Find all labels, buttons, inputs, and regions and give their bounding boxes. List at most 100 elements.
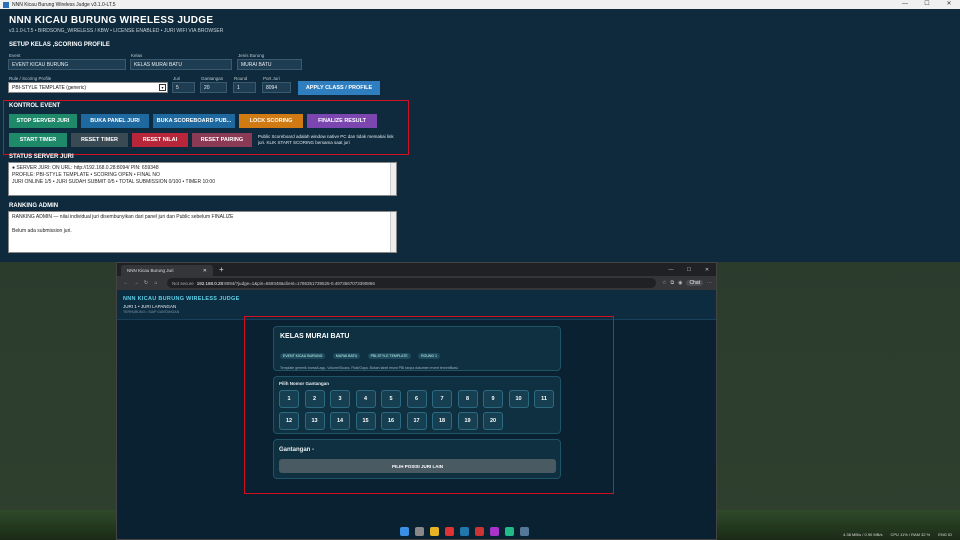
- gantangan-number-button[interactable]: 14: [330, 412, 350, 430]
- apply-class-button[interactable]: APPLY CLASS / PROFILE: [298, 81, 380, 95]
- app-icon: [3, 1, 9, 8]
- app-icon-blue[interactable]: [520, 527, 529, 536]
- kontrol-heading: KONTROL EVENT: [9, 103, 61, 109]
- judge-app-window: NNN Kicau Burung Wireless Judge v3.1.0-L…: [0, 0, 960, 262]
- home-icon[interactable]: ⌂: [151, 280, 161, 286]
- chat-button[interactable]: Chat: [686, 280, 703, 286]
- start-icon[interactable]: [400, 527, 409, 536]
- buka-scoreboard-button[interactable]: BUKA SCOREBOARD PUB...: [153, 114, 235, 128]
- juri-field[interactable]: 5: [172, 82, 195, 93]
- gantangan-label: Gantangan: [201, 76, 224, 81]
- kelas-card: KELAS MURAI BATU EVENT KICAU BURUNG MURA…: [273, 326, 561, 371]
- gantangan-number-button[interactable]: 8: [457, 390, 478, 408]
- ranking-heading: RANKING ADMIN: [9, 203, 59, 209]
- kelas-label: Kelas: [131, 53, 143, 58]
- ranking-scrollbar[interactable]: [390, 212, 396, 252]
- gantangan-number-button[interactable]: 19: [457, 412, 478, 430]
- close-icon[interactable]: ✕: [938, 0, 960, 9]
- star-icon[interactable]: ☆: [662, 280, 666, 286]
- gantangan-number-button[interactable]: 5: [381, 390, 401, 408]
- finalize-result-button[interactable]: FINALIZE RESULT: [307, 114, 377, 128]
- gantangan-number-button[interactable]: 6: [406, 390, 427, 408]
- edge-icon[interactable]: [460, 527, 469, 536]
- app-icon-red[interactable]: [475, 527, 484, 536]
- kelas-field[interactable]: KELAS MURAI BATU: [130, 59, 232, 70]
- app-title: NNN KICAU BURUNG WIRELESS JUDGE: [9, 15, 214, 26]
- new-tab-icon[interactable]: +: [219, 265, 224, 274]
- gantangan-number-button[interactable]: 18: [432, 412, 452, 430]
- status-textarea[interactable]: ● SERVER JURI: ON URL: http://192.168.0.…: [8, 162, 397, 196]
- browser-urlbar: ← → ↻ ⌂ Not secure 192.168.0.28 :8094/?j…: [117, 276, 716, 290]
- profile-icon[interactable]: ◉: [678, 280, 682, 286]
- gantangan-number-button[interactable]: 15: [355, 412, 376, 430]
- round-field[interactable]: 1: [233, 82, 256, 93]
- event-field[interactable]: EVENT KICAU BURUNG: [8, 59, 126, 70]
- forward-icon[interactable]: →: [131, 280, 141, 286]
- start-timer-button[interactable]: START TIMER: [9, 133, 67, 147]
- status-line-3: JURI ONLINE 1/5 • JURI SUDAH SUBMIT 0/5 …: [12, 179, 215, 185]
- folder-icon[interactable]: [430, 527, 439, 536]
- juri-label: Juri: [173, 76, 181, 81]
- maximize-icon[interactable]: ☐: [916, 0, 938, 9]
- gantangan-number-button[interactable]: 2: [304, 390, 325, 408]
- tab-close-icon[interactable]: ✕: [203, 268, 207, 274]
- gantangan-number-button[interactable]: 1: [279, 390, 299, 408]
- browser-maximize-icon[interactable]: ☐: [680, 267, 698, 273]
- url-rest: :8094/?judge=1&pin=659348&client=1786351…: [223, 280, 375, 286]
- chrome-icon[interactable]: [445, 527, 454, 536]
- browser-window: NNN Kicau Burung Juri ✕ + — ☐ ✕ ← → ↻ ⌂ …: [116, 262, 717, 540]
- gantangan-number-button[interactable]: 11: [534, 390, 554, 408]
- status-scrollbar[interactable]: [390, 163, 396, 195]
- gantangan-field[interactable]: 20: [200, 82, 227, 93]
- reset-nilai-button[interactable]: RESET NILAI: [132, 133, 188, 147]
- gantangan-number-button[interactable]: 13: [304, 412, 325, 430]
- jenis-field[interactable]: MURAI BATU: [237, 59, 302, 70]
- system-tray: 4.38 MB/s / 0.90 MB/s CPU 11% / RAM 32 %…: [843, 532, 952, 537]
- gantangan-number-button[interactable]: 20: [483, 412, 503, 430]
- gantangan-number-button[interactable]: 3: [330, 390, 350, 408]
- chip-round: ROUND 1: [418, 353, 440, 359]
- juri-page: NNN KICAU BURUNG WIRELESS JUDGE JURI 1 •…: [117, 290, 716, 539]
- gantangan-number-button[interactable]: 10: [508, 390, 529, 408]
- gantangan-number-button[interactable]: 16: [381, 412, 401, 430]
- pilih-gantangan-card: Pilih Nomor Gantangan 1 2 3 4 5 6 7 8 9 10 11 12 13 1…: [273, 376, 561, 434]
- address-bar[interactable]: Not secure 192.168.0.28 :8094/?judge=1&p…: [167, 278, 656, 288]
- extensions-icon[interactable]: ⧉: [670, 280, 674, 286]
- gantangan-card: Gantangan - PILIH POSISI JURI LAIN: [273, 439, 561, 479]
- back-icon[interactable]: ←: [121, 280, 131, 286]
- browser-tabbar: NNN Kicau Burung Juri ✕ + — ☐ ✕: [117, 263, 716, 276]
- pilih-posisi-button[interactable]: PILIH POSISI JURI LAIN: [279, 459, 556, 473]
- kelas-chips: EVENT KICAU BURUNG MURAI BATU PBI-STYLE …: [280, 344, 554, 362]
- gantangan-number-button[interactable]: 17: [406, 412, 427, 430]
- gantangan-number-button[interactable]: 9: [483, 390, 503, 408]
- gantangan-heading: Gantangan -: [279, 447, 315, 453]
- browser-minimize-icon[interactable]: —: [662, 267, 680, 273]
- chip-jenis: MURAI BATU: [332, 353, 361, 359]
- kontrol-note: Public Scoreboard adalah window native P…: [258, 134, 394, 145]
- browser-tab[interactable]: NNN Kicau Burung Juri ✕: [121, 265, 213, 276]
- lock-scoring-button[interactable]: LOCK SCORING: [239, 114, 303, 128]
- juri-page-title: NNN KICAU BURUNG WIRELESS JUDGE: [123, 296, 240, 302]
- chevron-down-icon: ▾: [159, 84, 166, 91]
- reset-timer-button[interactable]: RESET TIMER: [71, 133, 128, 147]
- minimize-icon[interactable]: —: [894, 0, 916, 9]
- taskbar-icons: [400, 527, 529, 536]
- reset-pairing-button[interactable]: RESET PAIRING: [192, 133, 252, 147]
- ranking-textarea[interactable]: RANKING ADMIN — nilai individual juri di…: [8, 211, 397, 253]
- menu-icon[interactable]: ⋯: [707, 280, 712, 286]
- language[interactable]: ENG ID: [938, 532, 952, 537]
- port-field[interactable]: 8094: [262, 82, 291, 93]
- app-icon-purple[interactable]: [490, 527, 499, 536]
- reload-icon[interactable]: ↻: [141, 280, 151, 286]
- gantangan-number-button[interactable]: 4: [355, 390, 376, 408]
- status-line-1: ● SERVER JURI: ON URL: http://192.168.0.…: [12, 165, 159, 171]
- stop-server-button[interactable]: STOP SERVER JURI: [9, 114, 77, 128]
- search-icon[interactable]: [415, 527, 424, 536]
- app-icon-green[interactable]: [505, 527, 514, 536]
- status-line-2: PROFILE: PBI-STYLE TEMPLATE • SCORING OP…: [12, 172, 160, 178]
- gantangan-number-button[interactable]: 12: [279, 412, 299, 430]
- gantangan-number-button[interactable]: 7: [432, 390, 452, 408]
- buka-panel-button[interactable]: BUKA PANEL JURI: [81, 114, 149, 128]
- rule-select[interactable]: PBI-STYLE TEMPLATE (generic) ▾: [8, 82, 168, 93]
- browser-close-icon[interactable]: ✕: [698, 267, 716, 273]
